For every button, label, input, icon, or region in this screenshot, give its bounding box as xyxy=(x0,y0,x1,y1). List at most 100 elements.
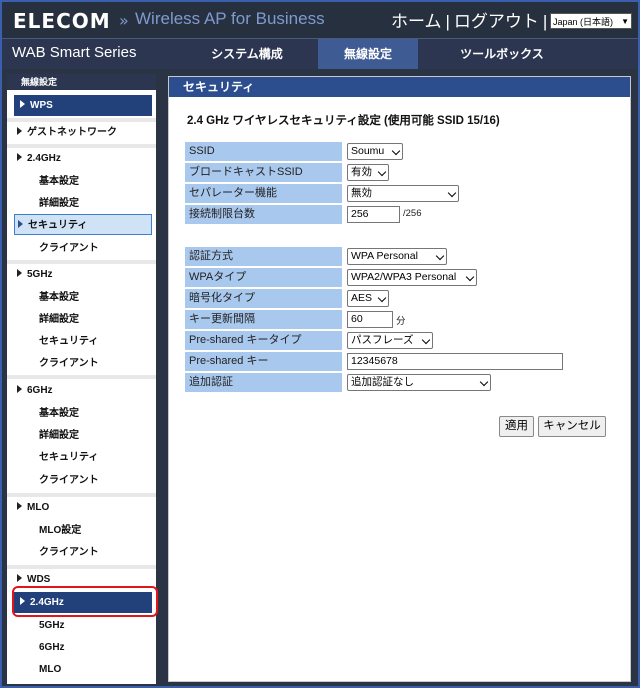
red-highlight-box xyxy=(12,586,158,617)
connection-limit-input[interactable]: 256 xyxy=(347,206,400,223)
sidebar-item-5g-security[interactable]: セキュリティ xyxy=(14,331,152,352)
sidebar-item-label: 2.4GHz xyxy=(27,153,61,164)
caret-right-icon xyxy=(17,269,22,278)
logout-link[interactable]: ログアウト xyxy=(454,12,539,31)
sidebar-item-guest-network[interactable]: ゲストネットワーク xyxy=(14,122,152,143)
auth-method-label: 認証方式 xyxy=(185,247,342,266)
caret-right-icon xyxy=(17,574,22,583)
language-value: Japan (日本語) xyxy=(553,17,614,27)
sidebar-item-6g-basic[interactable]: 基本設定 xyxy=(14,403,152,424)
sidebar-item-6g-security[interactable]: セキュリティ xyxy=(14,447,152,468)
sidebar-item-5g-client[interactable]: クライアント xyxy=(14,353,152,374)
encryption-label: 暗号化タイプ xyxy=(185,289,342,308)
top-links: ホーム | ログアウト | xyxy=(391,7,551,32)
product-name: Wireless AP for Business xyxy=(135,9,325,28)
ssid-label: SSID xyxy=(185,142,342,161)
sidebar-item-6g[interactable]: 6GHz xyxy=(14,380,152,401)
row-psk-type: Pre-shared キータイプ パスフレーズ xyxy=(185,331,511,351)
row-psk: Pre-shared キー 12345678 xyxy=(185,352,563,372)
caret-right-icon xyxy=(20,100,25,109)
sidebar-item-2g-client[interactable]: クライアント xyxy=(14,238,152,259)
sidebar-item-wds-5g[interactable]: 5GHz xyxy=(14,615,152,636)
divider xyxy=(7,375,156,379)
series-title: WAB Smart Series xyxy=(12,44,137,61)
broadcast-ssid-label: ブロードキャストSSID xyxy=(185,163,342,182)
tab-toolbox[interactable]: ツールボックス xyxy=(432,39,572,69)
apply-button[interactable]: 適用 xyxy=(499,416,534,437)
extra-auth-label: 追加認証 xyxy=(185,373,342,392)
sidebar-item-label: 5GHz xyxy=(27,269,53,280)
encryption-value: AES xyxy=(351,292,373,304)
connection-limit-label: 接続制限台数 xyxy=(185,205,342,224)
row-ssid: SSID Soumu xyxy=(185,142,511,162)
sidebar-item-2g[interactable]: 2.4GHz xyxy=(14,148,152,169)
ssid-select[interactable]: Soumu xyxy=(347,143,403,160)
sidebar-item-mlo[interactable]: MLO xyxy=(14,497,152,518)
elecom-logo: ELECOM xyxy=(13,9,111,33)
extra-auth-select[interactable]: 追加認証なし xyxy=(347,374,491,391)
sidebar-item-label: ゲストネットワーク xyxy=(27,127,117,138)
psk-type-select[interactable]: パスフレーズ xyxy=(347,332,433,349)
sidebar-item-5g-basic[interactable]: 基本設定 xyxy=(14,287,152,308)
sidebar-item-5g-advanced[interactable]: 詳細設定 xyxy=(14,309,152,330)
sidebar-item-6g-advanced[interactable]: 詳細設定 xyxy=(14,425,152,446)
top-header: ELECOM » Wireless AP for Business ホーム | ログ… xyxy=(2,2,638,38)
chevron-down-icon xyxy=(377,293,387,303)
separator-label: セパレーター機能 xyxy=(185,184,342,203)
wpa-type-label: WPAタイプ xyxy=(185,268,342,287)
tab-system[interactable]: システム構成 xyxy=(192,39,302,69)
auth-method-select[interactable]: WPA Personal xyxy=(347,248,447,265)
row-broadcast: ブロードキャストSSID 有効 xyxy=(185,163,511,183)
sidebar-item-wds-mlo[interactable]: MLO xyxy=(14,659,152,680)
row-wpa-type: WPAタイプ WPA2/WPA3 Personal xyxy=(185,268,511,288)
ssid-value: Soumu xyxy=(351,145,385,157)
cancel-button[interactable]: キャンセル xyxy=(538,416,606,437)
row-separator: セパレーター機能 無効 xyxy=(185,184,511,204)
chevron-down-icon xyxy=(435,251,445,261)
sidebar-item-2g-basic[interactable]: 基本設定 xyxy=(14,171,152,192)
sidebar-item-mlo-settings[interactable]: MLO設定 xyxy=(14,520,152,541)
section-title: 2.4 GHz ワイヤレスセキュリティ設定 (使用可能 SSID 15/16) xyxy=(187,115,500,127)
sidebar-item-label: WPS xyxy=(30,100,53,111)
language-select[interactable]: Japan (日本語) ▼ xyxy=(550,13,632,29)
caret-right-icon xyxy=(17,385,22,394)
page-title: セキュリティ xyxy=(169,77,630,97)
encryption-select[interactable]: AES xyxy=(347,290,389,307)
sidebar-item-6g-client[interactable]: クライアント xyxy=(14,470,152,491)
home-link[interactable]: ホーム xyxy=(391,12,442,31)
chevron-down-icon xyxy=(447,188,457,198)
sidebar-item-2g-security[interactable]: セキュリティ xyxy=(14,214,152,235)
psk-type-value: パスフレーズ xyxy=(351,334,414,346)
breadcrumb-chevron-icon: » xyxy=(119,11,129,30)
sidebar-item-label: 6GHz xyxy=(27,385,53,396)
sidebar-item-mlo-client[interactable]: クライアント xyxy=(14,542,152,563)
chevron-down-icon: ▼ xyxy=(621,17,629,26)
auth-method-value: WPA Personal xyxy=(351,250,418,262)
chevron-down-icon xyxy=(421,335,431,345)
caret-right-icon xyxy=(17,502,22,511)
sidebar-item-2g-advanced[interactable]: 詳細設定 xyxy=(14,193,152,214)
caret-right-icon xyxy=(17,127,22,136)
link-divider: | xyxy=(542,12,548,31)
key-interval-label: キー更新間隔 xyxy=(185,310,342,329)
sidebar-item-wps[interactable]: WPS xyxy=(14,95,152,116)
sidebar-item-5g[interactable]: 5GHz xyxy=(14,264,152,285)
chevron-down-icon xyxy=(465,272,475,282)
tab-wireless[interactable]: 無線設定 xyxy=(318,39,418,69)
caret-right-icon xyxy=(17,153,22,162)
separator-select[interactable]: 無効 xyxy=(347,185,459,202)
key-interval-input[interactable]: 60 xyxy=(347,311,393,328)
chevron-down-icon xyxy=(391,146,401,156)
sidebar-item-wds-6g[interactable]: 6GHz xyxy=(14,637,152,658)
row-extra-auth: 追加認証 追加認証なし xyxy=(185,373,511,393)
wpa-type-select[interactable]: WPA2/WPA3 Personal xyxy=(347,269,477,286)
caret-right-icon xyxy=(18,220,23,229)
row-auth: 認証方式 WPA Personal xyxy=(185,247,511,267)
key-interval-unit: 分 xyxy=(396,316,406,327)
psk-input[interactable]: 12345678 xyxy=(347,353,563,370)
chevron-down-icon xyxy=(377,167,387,177)
wpa-type-value: WPA2/WPA3 Personal xyxy=(351,271,457,283)
broadcast-value: 有効 xyxy=(351,166,372,178)
broadcast-ssid-select[interactable]: 有効 xyxy=(347,164,389,181)
link-divider: | xyxy=(445,12,450,31)
